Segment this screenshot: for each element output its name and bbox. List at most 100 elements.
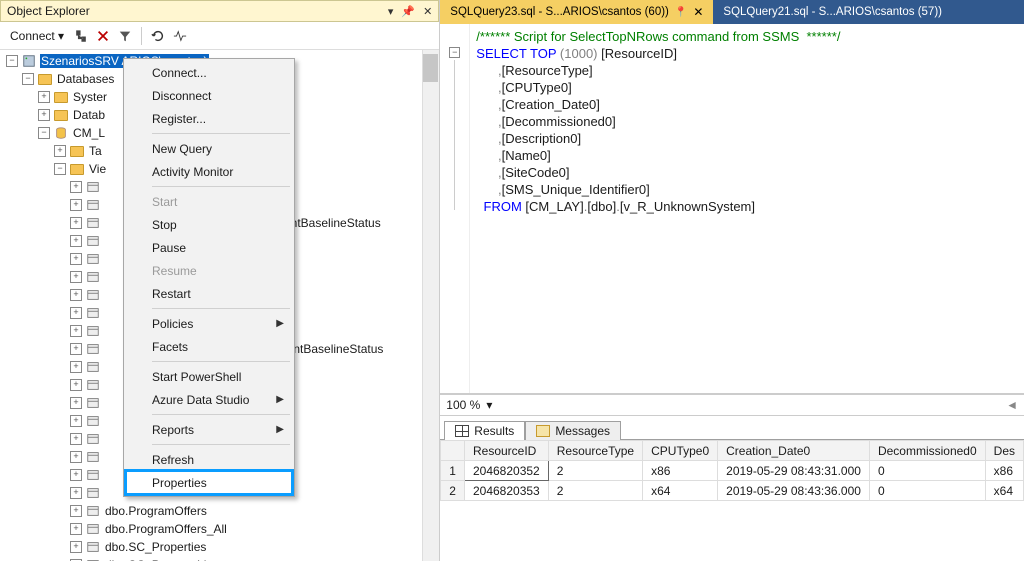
tab-inactive[interactable]: SQLQuery21.sql - S...ARIOS\csantos (57)) — [713, 0, 952, 24]
expand-icon[interactable]: + — [70, 523, 82, 535]
collapse-icon[interactable]: − — [6, 55, 18, 67]
collapse-icon[interactable]: − — [38, 127, 50, 139]
table-row[interactable]: 220468203532x642019-05-29 08:43:36.0000x… — [441, 481, 1024, 501]
expand-icon[interactable]: + — [70, 217, 82, 229]
menu-item-register[interactable]: Register... — [126, 107, 292, 130]
scrollbar-thumb[interactable] — [423, 54, 438, 82]
collapse-icon[interactable]: − — [54, 163, 66, 175]
refresh-icon[interactable] — [149, 27, 167, 45]
editor-gutter: − — [440, 24, 470, 393]
expand-icon[interactable]: + — [70, 289, 82, 301]
expand-icon[interactable]: + — [70, 307, 82, 319]
menu-item-new-query[interactable]: New Query — [126, 137, 292, 160]
results-grid[interactable]: ResourceIDResourceTypeCPUType0Creation_D… — [440, 440, 1024, 561]
expand-icon[interactable]: + — [70, 451, 82, 463]
tab-active[interactable]: SQLQuery23.sql - S...ARIOS\csantos (60))… — [440, 0, 713, 24]
messages-icon — [536, 425, 550, 437]
expand-icon[interactable]: + — [70, 253, 82, 265]
view-icon — [85, 234, 101, 248]
menu-item-disconnect[interactable]: Disconnect — [126, 84, 292, 107]
database-icon — [53, 126, 69, 140]
menu-item-resume: Resume — [126, 259, 292, 282]
editor-panel: SQLQuery23.sql - S...ARIOS\csantos (60))… — [440, 0, 1024, 561]
scrollbar[interactable] — [422, 50, 439, 561]
column-header[interactable]: ResourceID — [464, 441, 548, 461]
disconnect-icon[interactable] — [94, 27, 112, 45]
expand-icon[interactable]: + — [70, 361, 82, 373]
expand-icon[interactable]: + — [70, 487, 82, 499]
filter-icon[interactable] — [116, 27, 134, 45]
sql-editor[interactable]: − /****** Script for SelectTopNRows comm… — [440, 24, 1024, 394]
scroll-left-icon[interactable]: ◄ — [1006, 398, 1018, 412]
expand-icon[interactable]: + — [54, 145, 66, 157]
column-header[interactable] — [441, 441, 465, 461]
view-icon — [85, 216, 101, 230]
fold-icon[interactable]: − — [449, 47, 460, 58]
expand-icon[interactable]: + — [70, 343, 82, 355]
chevron-right-icon: ▶ — [276, 318, 284, 329]
menu-item-reports[interactable]: Reports▶ — [126, 418, 292, 441]
expand-icon[interactable]: + — [70, 415, 82, 427]
menu-item-connect[interactable]: Connect... — [126, 61, 292, 84]
view-icon — [85, 198, 101, 212]
menu-item-properties[interactable]: Properties — [126, 471, 292, 494]
results-tab[interactable]: Results — [444, 421, 525, 440]
pin-icon[interactable]: 📍 — [675, 7, 687, 18]
column-header[interactable]: ResourceType — [548, 441, 642, 461]
menu-item-policies[interactable]: Policies▶ — [126, 312, 292, 335]
expand-icon[interactable]: + — [70, 433, 82, 445]
menu-item-stop[interactable]: Stop — [126, 213, 292, 236]
expand-icon[interactable]: + — [70, 469, 82, 481]
view-icon — [85, 432, 101, 446]
menu-item-facets[interactable]: Facets — [126, 335, 292, 358]
collapse-icon[interactable]: − — [22, 73, 34, 85]
expand-icon[interactable]: + — [38, 109, 50, 121]
column-header[interactable]: CPUType0 — [643, 441, 718, 461]
folder-icon — [69, 144, 85, 158]
view-icon — [85, 180, 101, 194]
connect-button[interactable]: Connect ▾ — [6, 27, 68, 45]
expand-icon[interactable]: + — [70, 325, 82, 337]
expand-icon[interactable]: + — [70, 505, 82, 517]
expand-icon[interactable]: + — [70, 271, 82, 283]
close-icon[interactable]: ✕ — [423, 5, 432, 18]
folder-icon — [37, 72, 53, 86]
column-header[interactable]: Creation_Date0 — [718, 441, 870, 461]
expand-icon[interactable]: + — [70, 379, 82, 391]
expand-icon[interactable]: + — [70, 199, 82, 211]
folder-icon — [53, 90, 69, 104]
menu-item-restart[interactable]: Restart — [126, 282, 292, 305]
tree-node-view[interactable]: +dbo.ProgramOffers — [2, 502, 439, 520]
expand-icon[interactable]: + — [38, 91, 50, 103]
menu-item-refresh[interactable]: Refresh — [126, 448, 292, 471]
messages-tab[interactable]: Messages — [525, 421, 621, 440]
expand-icon[interactable]: + — [70, 235, 82, 247]
column-header[interactable]: Decommissioned0 — [869, 441, 985, 461]
activity-icon[interactable] — [171, 27, 189, 45]
column-header[interactable]: Des — [985, 441, 1023, 461]
zoom-bar: 100 % ▾ ◄ — [440, 394, 1024, 416]
connect-icon[interactable] — [72, 27, 90, 45]
dropdown-icon[interactable]: ▾ — [388, 5, 394, 18]
chevron-right-icon: ▶ — [276, 394, 284, 405]
table-row[interactable]: 120468203522x862019-05-29 08:43:31.0000x… — [441, 461, 1024, 481]
expand-icon[interactable]: + — [70, 541, 82, 553]
menu-item-start-powershell[interactable]: Start PowerShell — [126, 365, 292, 388]
view-icon — [85, 468, 101, 482]
context-menu[interactable]: Connect...DisconnectRegister... New Query… — [123, 58, 295, 497]
menu-item-pause[interactable]: Pause — [126, 236, 292, 259]
view-icon — [85, 342, 101, 356]
expand-icon[interactable]: + — [70, 181, 82, 193]
tree-node-view[interactable]: +dbo.SC_Properties — [2, 538, 439, 556]
expand-icon[interactable]: + — [70, 397, 82, 409]
code-area[interactable]: /****** Script for SelectTopNRows comman… — [470, 24, 840, 393]
tree-node-view[interactable]: +dbo.SC_PropertyLists — [2, 556, 439, 561]
editor-tab-bar: SQLQuery23.sql - S...ARIOS\csantos (60))… — [440, 0, 1024, 24]
menu-item-azure-data-studio[interactable]: Azure Data Studio▶ — [126, 388, 292, 411]
pin-icon[interactable]: 📌 — [401, 5, 415, 18]
tree-node-view[interactable]: +dbo.ProgramOffers_All — [2, 520, 439, 538]
zoom-dropdown-icon[interactable]: ▾ — [486, 398, 492, 412]
results-area: Results Messages ResourceIDResourceTypeC… — [440, 416, 1024, 561]
menu-item-activity-monitor[interactable]: Activity Monitor — [126, 160, 292, 183]
close-icon[interactable]: ✕ — [693, 5, 703, 19]
